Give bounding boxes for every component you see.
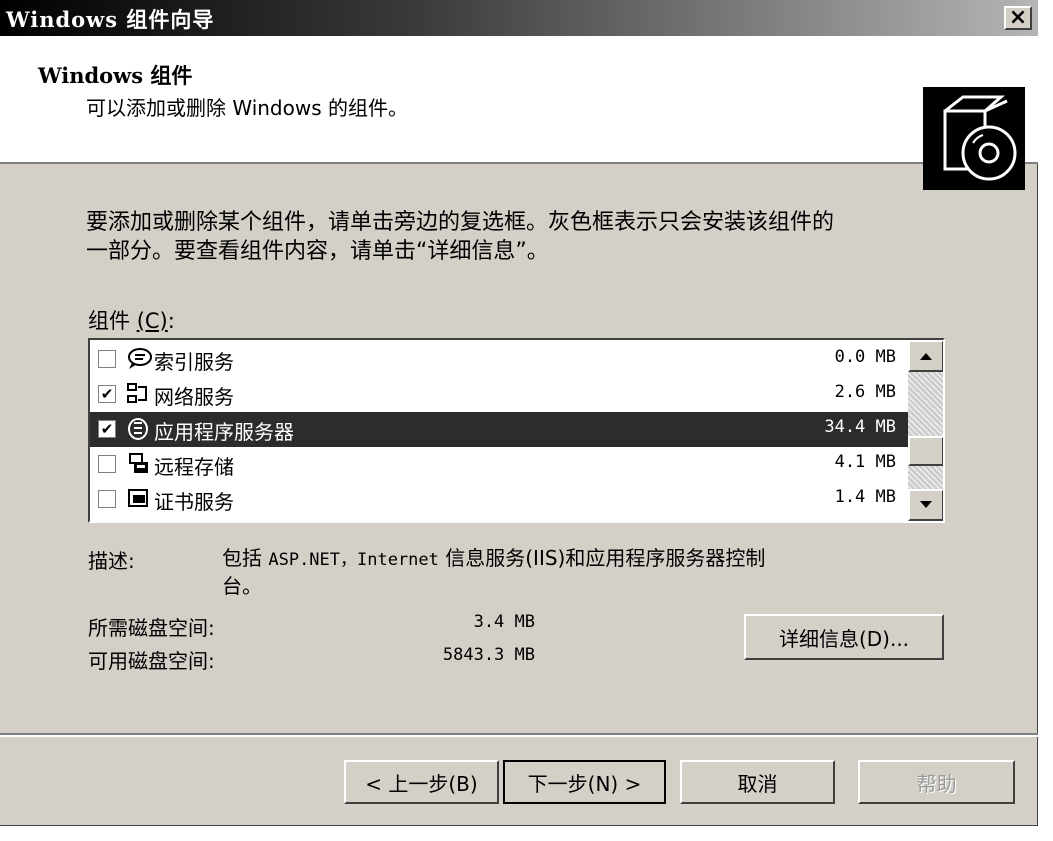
- back-button[interactable]: < 上一步(B): [344, 760, 499, 804]
- components-label: 组件 (C):: [88, 305, 175, 335]
- checkbox-app-server[interactable]: ✔: [98, 420, 116, 438]
- next-button[interactable]: 下一步(N) >: [503, 760, 666, 804]
- arrow-down-icon: [920, 501, 932, 508]
- footer-divider: [0, 733, 1038, 737]
- list-item-name: 远程存储: [154, 455, 234, 479]
- checkbox-remote-storage[interactable]: [98, 455, 116, 473]
- description-label: 描述:: [88, 549, 135, 573]
- list-item-size: 0.0 MB: [834, 347, 896, 367]
- components-list[interactable]: 索引服务 0.0 MB ✔ 网络服务 2.6 MB ✔ 应用程序服务器 34.4…: [88, 338, 945, 523]
- header-title: Windows 组件: [38, 63, 193, 88]
- list-item[interactable]: 远程存储 4.1 MB: [90, 447, 908, 482]
- index-service-icon: [126, 347, 152, 371]
- help-button[interactable]: 帮助: [858, 760, 1015, 804]
- components-label-accel: (C): [136, 309, 168, 333]
- checkbox-index-service[interactable]: [98, 350, 116, 368]
- window-title: Windows 组件向导: [6, 7, 215, 32]
- scroll-down-button[interactable]: [908, 489, 943, 521]
- vertical-scrollbar[interactable]: [908, 340, 943, 521]
- components-box-cd-icon: [923, 87, 1025, 190]
- list-item-size: 34.4 MB: [824, 417, 896, 437]
- description-line-2: 台。: [222, 574, 262, 598]
- available-space-label: 可用磁盘空间:: [88, 649, 215, 673]
- list-item-name: 证书服务: [154, 490, 234, 514]
- title-bar[interactable]: Windows 组件向导 ×: [0, 0, 1038, 36]
- available-space-value: 5843.3 MB: [442, 645, 535, 665]
- cancel-button[interactable]: 取消: [680, 760, 835, 804]
- checkbox-certificate-service[interactable]: [98, 490, 116, 508]
- app-server-icon: [126, 417, 152, 441]
- list-item-name: 索引服务: [154, 350, 234, 374]
- components-label-suffix: :: [167, 309, 175, 333]
- arrow-up-icon: [920, 353, 932, 360]
- list-item-size: 1.4 MB: [834, 487, 896, 507]
- instructions: 要添加或删除某个组件，请单击旁边的复选框。灰色框表示只会安装该组件的 一部分。要…: [86, 208, 966, 266]
- required-space-label: 所需磁盘空间:: [88, 616, 215, 640]
- required-space-value: 3.4 MB: [473, 612, 535, 632]
- scroll-up-button[interactable]: [908, 340, 943, 372]
- checkmark-icon: ✔: [100, 419, 114, 438]
- certificate-service-icon: [126, 487, 152, 511]
- wizard-window: Windows 组件向导 × Windows 组件 可以添加或删除 Window…: [0, 0, 1038, 826]
- details-button[interactable]: 详细信息(D)...: [744, 614, 944, 660]
- list-item[interactable]: 索引服务 0.0 MB: [90, 342, 908, 377]
- instructions-line-1: 要添加或删除某个组件，请单击旁边的复选框。灰色框表示只会安装该组件的: [86, 210, 835, 235]
- remote-storage-icon: [126, 452, 152, 476]
- checkbox-network-service[interactable]: ✔: [98, 385, 116, 403]
- components-label-text: 组件: [88, 309, 130, 333]
- list-item-size: 2.6 MB: [834, 382, 896, 402]
- description-text: 包括 ASP.NET，Internet 信息服务(IIS)和应用程序服务器控制 …: [222, 545, 942, 599]
- close-icon: ×: [1008, 5, 1028, 30]
- list-item-selected[interactable]: ✔ 应用程序服务器 34.4 MB: [90, 412, 908, 447]
- close-button[interactable]: ×: [1004, 6, 1032, 30]
- description-part-b: 信息服务(IIS)和应用程序服务器控制: [438, 546, 766, 570]
- description-part-mono: ASP.NET，Internet: [268, 550, 439, 570]
- list-item-name: 应用程序服务器: [154, 420, 294, 444]
- wizard-header: Windows 组件 可以添加或删除 Windows 的组件。: [0, 36, 1038, 190]
- description-part-a: 包括: [222, 546, 269, 570]
- list-item-name: 网络服务: [154, 385, 234, 409]
- list-item-size: 4.1 MB: [834, 452, 896, 472]
- network-service-icon: [126, 382, 152, 406]
- header-subtitle: 可以添加或删除 Windows 的组件。: [86, 96, 408, 120]
- checkmark-icon: ✔: [100, 384, 114, 403]
- instructions-line-2: 一部分。要查看组件内容，请单击“详细信息”。: [86, 239, 549, 264]
- scroll-thumb[interactable]: [908, 436, 943, 466]
- list-item[interactable]: ✔ 网络服务 2.6 MB: [90, 377, 908, 412]
- list-item[interactable]: 证书服务 1.4 MB: [90, 482, 908, 517]
